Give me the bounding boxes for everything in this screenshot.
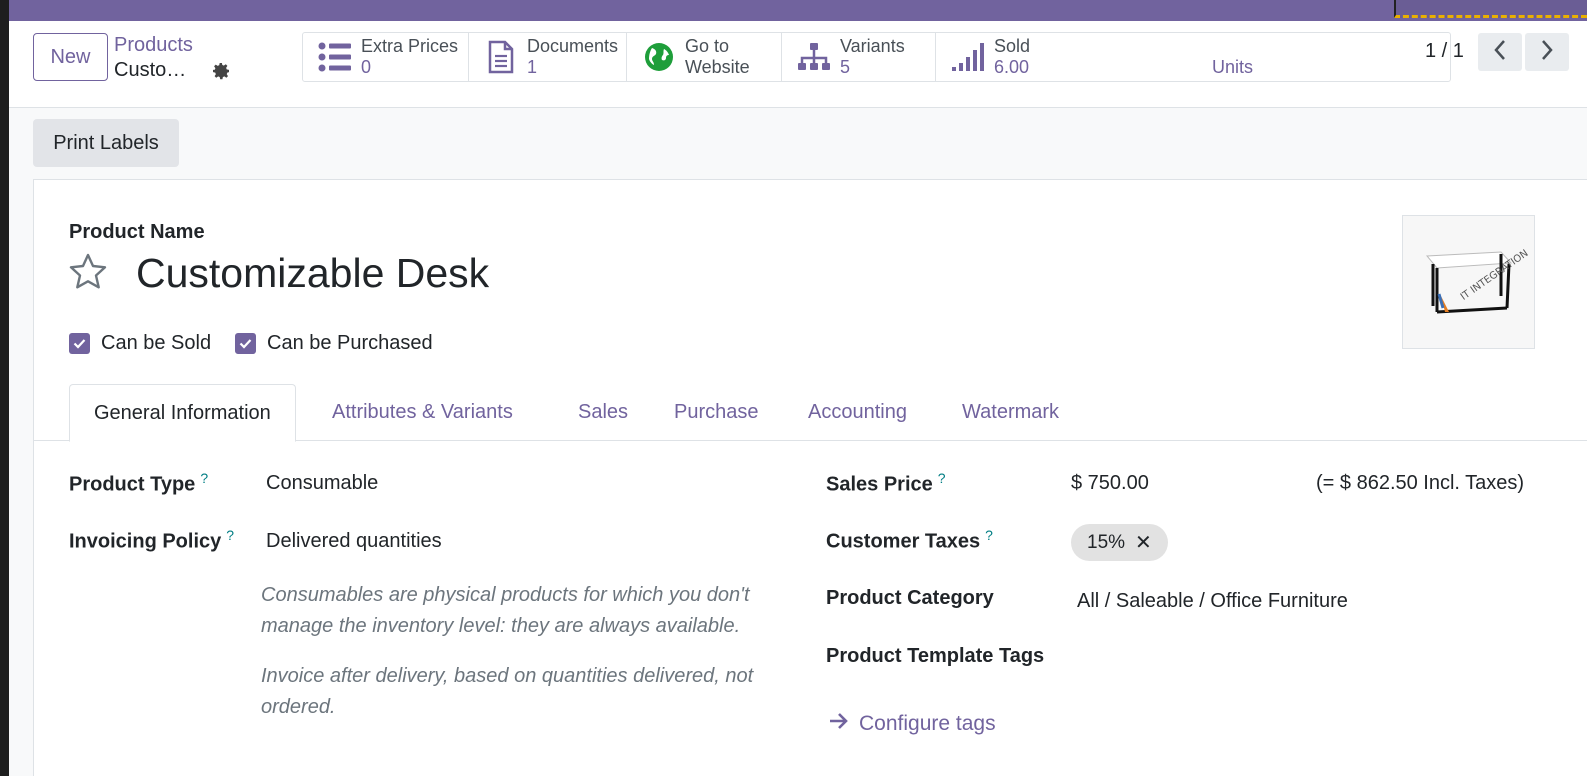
smart-label: Extra Prices — [361, 36, 459, 56]
pager-value[interactable]: 1 / 1 — [1425, 40, 1464, 63]
invoicing-policy-field[interactable]: Delivered quantities — [266, 530, 442, 553]
can-be-sold-label: Can be Sold — [101, 332, 212, 354]
print-labels-button[interactable]: Print Labels — [33, 119, 179, 167]
documents-button[interactable]: Documents 1 — [469, 33, 627, 81]
new-button[interactable]: New — [33, 33, 108, 81]
tax-tag-label: 15% — [1087, 531, 1126, 553]
extra-prices-button[interactable]: Extra Prices 0 — [303, 33, 469, 81]
checkbox-checked-icon — [235, 333, 256, 354]
configure-tags-label: Configure tags — [859, 712, 996, 735]
smart-label: Sold — [994, 36, 1031, 56]
chevron-left-icon — [1493, 39, 1507, 66]
form-sheet: Product Name Customizable Desk IT INTEGR… — [33, 179, 1587, 776]
tab-purchase[interactable]: Purchase — [674, 384, 759, 441]
customer-taxes-label: Customer Taxes? — [826, 527, 993, 553]
can-be-sold-checkbox[interactable]: Can be Sold — [69, 332, 211, 355]
smart-value: 6.00 — [994, 57, 1030, 77]
smart-label: Variants — [840, 36, 905, 56]
smart-button-bar: Extra Prices 0 Documents 1 Go to Website Va… — [302, 32, 1451, 82]
sitemap-icon — [796, 39, 832, 75]
sales-price-field[interactable]: $ 750.00 — [1071, 472, 1149, 495]
document-icon — [483, 39, 519, 75]
gear-icon[interactable] — [209, 59, 233, 83]
signal-icon — [950, 39, 986, 75]
tab-accounting[interactable]: Accounting — [808, 384, 907, 441]
product-name-field[interactable]: Customizable Desk — [136, 250, 489, 297]
product-type-help: Consumables are physical products for wh… — [261, 584, 750, 637]
arrow-right-icon — [829, 712, 849, 736]
go-to-website-button[interactable]: Go to Website — [627, 33, 782, 81]
action-bar: Print Labels — [9, 108, 1587, 180]
navbar-corner — [1394, 0, 1587, 18]
top-navbar — [0, 0, 1587, 21]
product-category-field[interactable]: All / Saleable / Office Furniture — [1077, 590, 1348, 613]
sold-button[interactable]: Sold 6.00 — [936, 33, 1450, 81]
incl-taxes-value: (= $ 862.50 Incl. Taxes) — [1316, 472, 1525, 494]
control-panel: New Products Custo… Extra Prices 0 Docume… — [9, 21, 1587, 108]
tax-tag[interactable]: 15% ✕ — [1071, 524, 1168, 561]
smart-value: 0 — [361, 57, 372, 77]
tab-general-information[interactable]: General Information — [69, 384, 296, 442]
sales-price-label: Sales Price? — [826, 470, 946, 496]
smart-value: Website — [685, 57, 750, 77]
smart-value: 5 — [840, 57, 851, 77]
breadcrumb-products-link[interactable]: Products — [114, 34, 193, 57]
template-tags-label: Product Template Tags — [826, 645, 1045, 667]
smart-value: 1 — [527, 57, 538, 77]
smart-label: Documents — [527, 36, 619, 56]
notebook-tabs: General Information Attributes & Variant… — [34, 384, 1587, 442]
favorite-star-icon[interactable] — [68, 252, 108, 292]
close-icon[interactable]: ✕ — [1135, 530, 1152, 555]
configure-tags-link[interactable]: Configure tags — [829, 712, 996, 736]
pager-previous-button[interactable] — [1478, 33, 1522, 71]
chevron-right-icon — [1540, 39, 1554, 66]
smart-label: Go to — [685, 36, 730, 56]
product-category-label: Product Category — [826, 587, 994, 609]
invoicing-policy-help: Invoice after delivery, based on quantit… — [261, 665, 754, 718]
pager-next-button[interactable] — [1525, 33, 1569, 71]
variants-button[interactable]: Variants 5 — [782, 33, 936, 81]
product-type-label: Product Type? — [69, 470, 209, 496]
window-edge — [0, 0, 9, 776]
tab-attributes-variants[interactable]: Attributes & Variants — [332, 384, 513, 441]
globe-icon — [641, 39, 677, 75]
can-be-purchased-checkbox[interactable]: Can be Purchased — [235, 332, 433, 355]
sold-units-label: Units — [1212, 57, 1254, 77]
tab-watermark[interactable]: Watermark — [962, 384, 1059, 441]
product-type-field[interactable]: Consumable — [266, 472, 378, 495]
product-image[interactable]: IT INTEGRATION — [1402, 215, 1535, 349]
tab-sales[interactable]: Sales — [578, 384, 628, 441]
checkbox-checked-icon — [69, 333, 90, 354]
invoicing-policy-label: Invoicing Policy? — [69, 527, 235, 553]
list-icon — [317, 39, 353, 75]
product-name-label: Product Name — [69, 221, 205, 243]
breadcrumb-current: Custo… — [114, 59, 187, 81]
can-be-purchased-label: Can be Purchased — [267, 332, 433, 354]
